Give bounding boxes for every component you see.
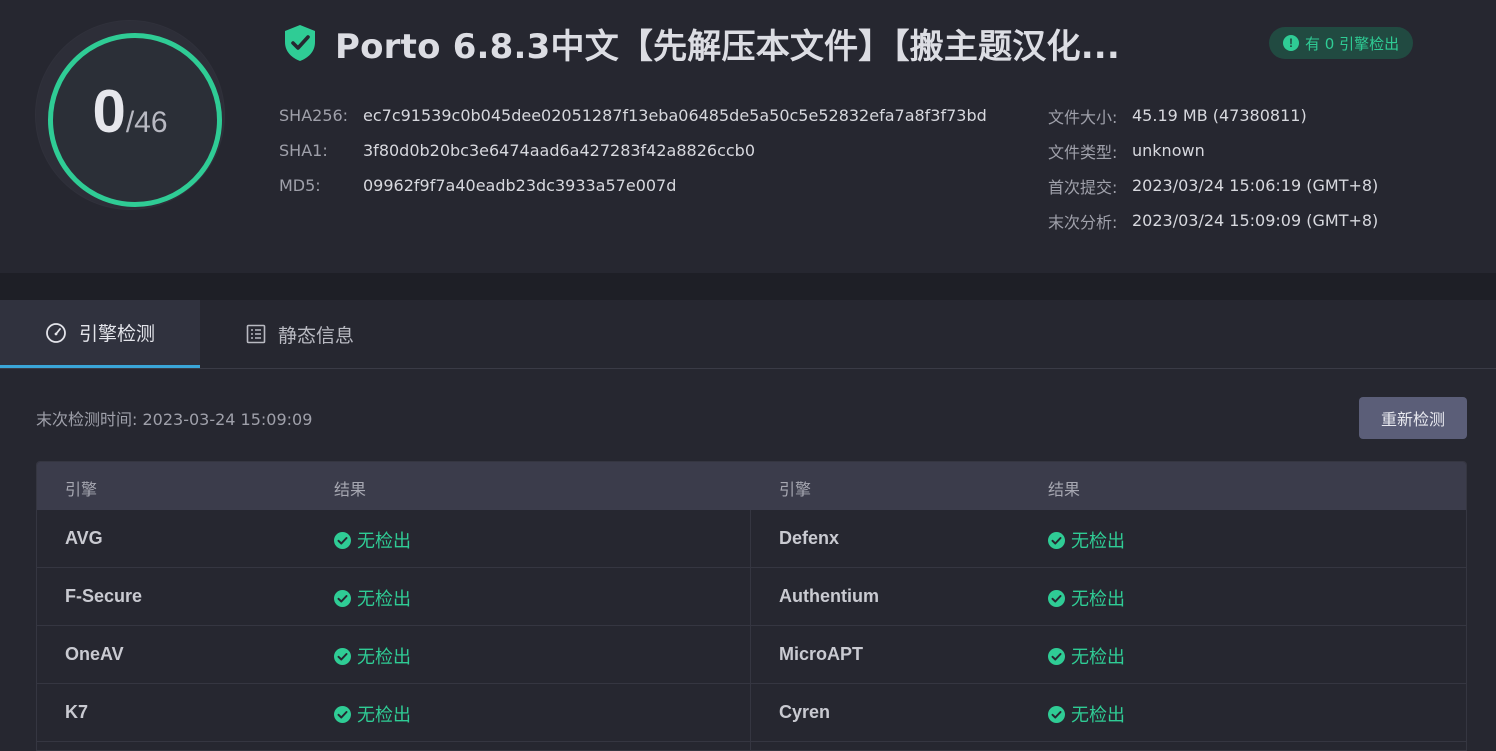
table-header: 引擎 结果 引擎 结果	[37, 462, 1466, 510]
engine-result: 无检出	[334, 701, 411, 727]
table-row: F-Secure 无检出 Authentium 无检出	[37, 568, 1466, 626]
meta-row-size: 文件大小: 45.19 MB (47380811)	[1048, 98, 1378, 133]
result-label: 无检出	[357, 531, 411, 552]
meta-value: 2023/03/24 15:09:09 (GMT+8)	[1132, 211, 1379, 230]
engine-result: 无检出	[334, 585, 411, 611]
header-engine: 引擎	[65, 480, 98, 499]
check-circle-icon	[334, 647, 351, 665]
tab-engine-detection[interactable]: 引擎检测	[0, 300, 200, 368]
tab-bar: 引擎检测 静态信息	[0, 300, 1496, 369]
hash-key: MD5:	[279, 176, 321, 195]
header-engine: 引擎	[779, 480, 812, 499]
engine-result: 无检出	[334, 643, 411, 669]
engine-result: 无检出	[334, 527, 411, 553]
engine-name: K7	[65, 702, 89, 722]
engine-name: MicroAPT	[779, 644, 864, 664]
meta-row-type: 文件类型: unknown	[1048, 133, 1378, 168]
header-result: 结果	[1048, 480, 1081, 499]
engine-name: F-Secure	[65, 586, 143, 606]
engine-result: 无检出	[1048, 585, 1125, 611]
engine-result: 无检出	[1048, 527, 1125, 553]
engine-total: /46	[125, 106, 168, 139]
file-meta-list: 文件大小: 45.19 MB (47380811) 文件类型: unknown …	[1048, 98, 1378, 238]
exclamation-icon: !	[1283, 35, 1299, 51]
meta-value: unknown	[1132, 141, 1205, 160]
hash-row-md5: MD5: 09962f9f7a40eadb23dc3933a57e007d	[279, 168, 987, 203]
rescan-button[interactable]: 重新检测	[1359, 397, 1467, 439]
meta-value: 45.19 MB (47380811)	[1132, 106, 1307, 125]
result-label: 无检出	[357, 647, 411, 668]
hash-value[interactable]: ec7c91539c0b045dee02051287f13eba06485de5…	[363, 106, 987, 125]
file-title: Porto 6.8.3中文【先解压本文件】【搬主题汉化...	[335, 26, 1121, 67]
title-row: Porto 6.8.3中文【先解压本文件】【搬主题汉化...	[283, 20, 1163, 67]
hash-row-sha1: SHA1: 3f80d0b20bc3e6474aad6a427283f42a88…	[279, 133, 987, 168]
check-circle-icon	[1048, 531, 1065, 549]
engine-result: 无检出	[1048, 643, 1125, 669]
meta-key: 末次分析:	[1048, 212, 1118, 232]
engine-name: Defenx	[779, 528, 840, 548]
hash-key: SHA256:	[279, 106, 349, 125]
hash-value[interactable]: 09962f9f7a40eadb23dc3933a57e007d	[363, 176, 676, 195]
header-result: 结果	[334, 480, 367, 499]
meta-key: 首次提交:	[1048, 177, 1118, 197]
check-circle-icon	[1048, 647, 1065, 665]
table-row: K7 无检出 Cyren 无检出	[37, 684, 1466, 742]
hash-list: SHA256: ec7c91539c0b045dee02051287f13eba…	[279, 98, 987, 203]
engine-name: OneAV	[65, 644, 124, 664]
engine-name: AVG	[65, 528, 103, 548]
table-row: AVG 无检出 Defenx 无检出	[37, 510, 1466, 568]
check-circle-icon	[1048, 705, 1065, 723]
engine-name: Cyren	[779, 702, 831, 722]
last-scan-time: 末次检测时间: 2023-03-24 15:09:09	[36, 410, 313, 429]
engine-results-table: 引擎 结果 引擎 结果 AVG 无检出 Defenx 无检出 F-Secure …	[36, 461, 1467, 751]
meta-row-last-analysis: 末次分析: 2023/03/24 15:09:09 (GMT+8)	[1048, 203, 1378, 238]
hash-key: SHA1:	[279, 141, 328, 160]
tab-label: 静态信息	[277, 324, 354, 347]
result-label: 无检出	[1071, 589, 1125, 610]
detection-badge-label: 有 0 引擎检出	[1305, 34, 1400, 53]
result-label: 无检出	[1071, 531, 1125, 552]
check-circle-icon	[1048, 589, 1065, 607]
file-summary: 0/46 Porto 6.8.3中文【先解压本文件】【搬主题汉化... ! 有 …	[0, 0, 1496, 273]
tab-label: 引擎检测	[78, 323, 155, 345]
check-circle-icon	[334, 589, 351, 607]
table-row: OneAV 无检出 MicroAPT 无检出	[37, 626, 1466, 684]
meta-row-first-submit: 首次提交: 2023/03/24 15:06:19 (GMT+8)	[1048, 168, 1378, 203]
section-divider	[0, 273, 1496, 300]
column-divider	[750, 510, 751, 750]
meta-key: 文件类型:	[1048, 142, 1118, 162]
result-label: 无检出	[357, 705, 411, 726]
meta-key: 文件大小:	[1048, 107, 1118, 127]
engine-result: 无检出	[1048, 701, 1125, 727]
result-label: 无检出	[1071, 647, 1125, 668]
result-label: 无检出	[1071, 705, 1125, 726]
document-icon	[246, 324, 266, 344]
check-circle-icon	[334, 705, 351, 723]
table-body: AVG 无检出 Defenx 无检出 F-Secure 无检出 Authenti…	[37, 510, 1466, 742]
detection-badge: ! 有 0 引擎检出	[1269, 27, 1414, 59]
detection-score-ring: 0/46	[36, 21, 224, 209]
result-label: 无检出	[357, 589, 411, 610]
hash-row-sha256: SHA256: ec7c91539c0b045dee02051287f13eba…	[279, 98, 987, 133]
detected-count: 0	[92, 78, 126, 145]
shield-check-icon	[285, 25, 315, 61]
meta-value: 2023/03/24 15:06:19 (GMT+8)	[1132, 176, 1379, 195]
tab-static-info[interactable]: 静态信息	[200, 300, 400, 368]
hash-value[interactable]: 3f80d0b20bc3e6474aad6a427283f42a8826ccb0	[363, 141, 755, 160]
gauge-icon	[46, 322, 66, 343]
engine-name: Authentium	[779, 586, 879, 606]
check-circle-icon	[334, 531, 351, 549]
detection-score: 0/46	[36, 77, 224, 146]
